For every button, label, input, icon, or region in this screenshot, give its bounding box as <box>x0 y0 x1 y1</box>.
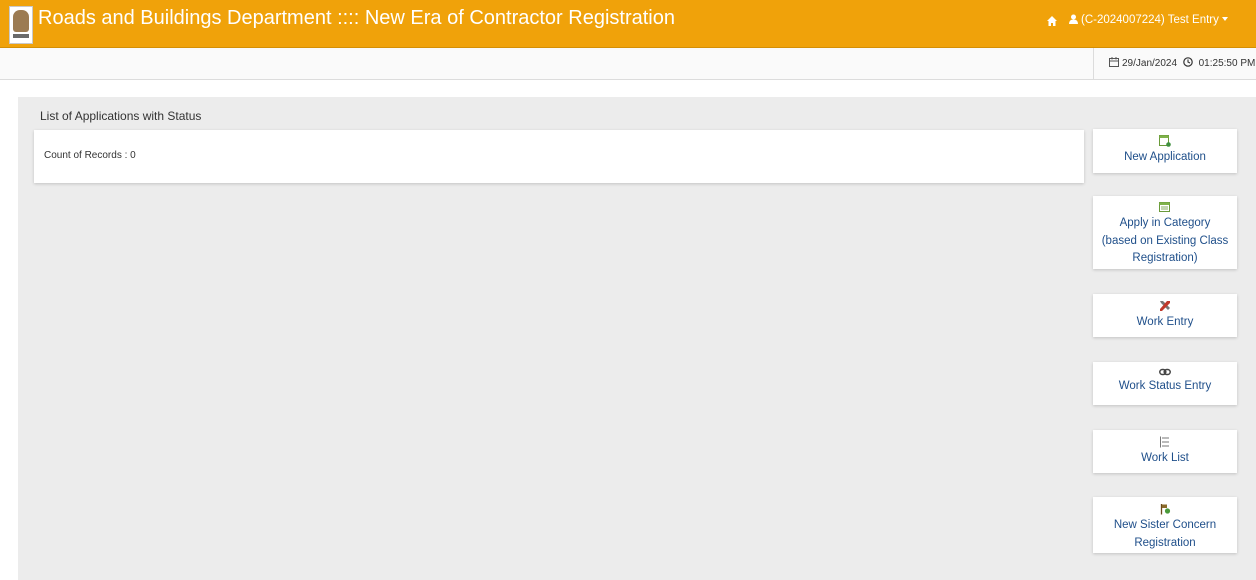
clock-icon <box>1183 57 1193 67</box>
sister-label-line1: New Sister Concern <box>1113 519 1217 531</box>
chevron-down-icon <box>1221 17 1228 21</box>
app-title: Roads and Buildings Department :::: New … <box>38 7 675 29</box>
panel-title: List of Applications with Status <box>40 109 202 123</box>
add-flag-icon <box>1160 504 1171 515</box>
top-header-bar: Roads and Buildings Department :::: New … <box>0 0 1256 48</box>
new-application-button[interactable]: New Application <box>1093 129 1237 173</box>
records-card: Count of Records : 0 <box>34 130 1084 183</box>
user-icon <box>1069 14 1078 24</box>
home-icon[interactable] <box>1046 15 1058 27</box>
category-icon <box>1159 202 1170 212</box>
work-status-entry-label: Work Status Entry <box>1118 380 1212 392</box>
apply-in-category-label: Apply in Category (based on Existing Cla… <box>1093 213 1237 268</box>
work-list-label: Work List <box>1141 452 1189 464</box>
apply-label-line3: Registration) <box>1132 252 1198 264</box>
sister-label-line2: Registration <box>1134 536 1196 549</box>
new-sister-concern-label: New Sister Concern Registration <box>1093 515 1237 552</box>
list-tree-icon <box>1160 436 1169 448</box>
apply-in-category-button[interactable]: Apply in Category (based on Existing Cla… <box>1093 196 1237 269</box>
new-document-icon <box>1159 135 1171 147</box>
user-menu-dropdown[interactable]: (C-2024007224) Test Entry <box>1069 14 1228 26</box>
new-application-label: New Application <box>1124 151 1206 163</box>
records-count: Count of Records : 0 <box>44 150 136 161</box>
national-emblem-logo <box>9 6 33 44</box>
new-sister-concern-button[interactable]: New Sister Concern Registration <box>1093 497 1237 553</box>
current-date: 29/Jan/2024 <box>1122 58 1178 69</box>
calendar-icon <box>1109 57 1119 67</box>
chain-link-icon <box>1159 368 1171 376</box>
apply-label-line2: (based on Existing Class <box>1101 234 1229 247</box>
date-time-display: 29/Jan/2024 01:25:50 PM <box>1093 48 1255 79</box>
sub-header-bar <box>0 48 1256 80</box>
work-status-entry-button[interactable]: Work Status Entry <box>1093 362 1237 405</box>
current-time: 01:25:50 PM <box>1198 58 1256 69</box>
work-entry-button[interactable]: Work Entry <box>1093 294 1237 337</box>
user-label: (C-2024007224) Test Entry <box>1081 14 1219 26</box>
work-entry-label: Work Entry <box>1136 316 1194 328</box>
work-list-button[interactable]: Work List <box>1093 430 1237 473</box>
hammer-wrench-icon <box>1160 301 1170 311</box>
apply-label-line1: Apply in Category <box>1119 217 1211 229</box>
